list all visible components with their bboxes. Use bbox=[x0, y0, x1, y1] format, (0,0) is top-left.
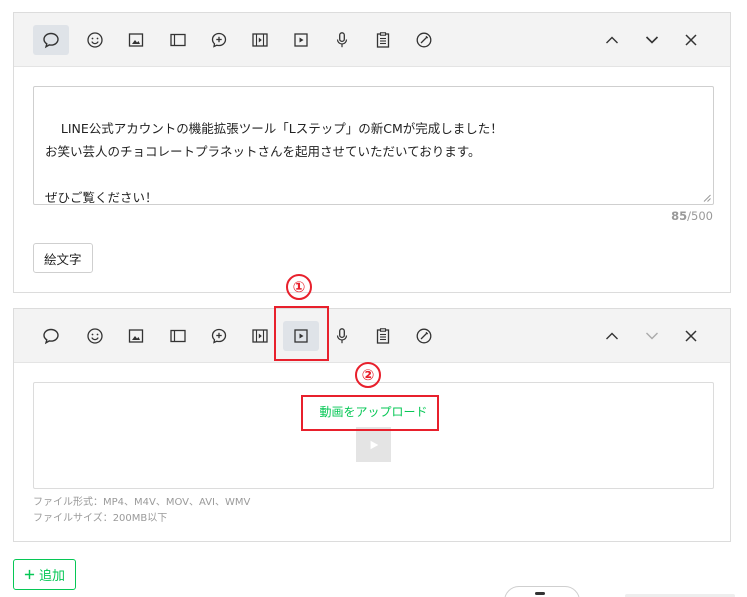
step-1-badge: ① bbox=[286, 274, 312, 300]
step-2-badge: ② bbox=[355, 362, 381, 388]
stamp-icon[interactable] bbox=[406, 25, 442, 55]
file-size-note: ファイルサイズ：200MB以下 bbox=[33, 513, 168, 524]
char-limit: /500 bbox=[687, 209, 713, 223]
move-up-icon[interactable] bbox=[597, 321, 627, 351]
image-icon[interactable] bbox=[118, 321, 154, 351]
card-icon[interactable] bbox=[160, 25, 196, 55]
video-placeholder-icon bbox=[356, 427, 391, 462]
resize-grip-icon[interactable] bbox=[703, 194, 711, 202]
message-text: LINE公式アカウントの機能拡張ツール「Lステップ」の新CMが完成しました！ お… bbox=[45, 121, 503, 205]
image-icon[interactable] bbox=[118, 25, 154, 55]
smiley-icon[interactable] bbox=[77, 321, 113, 351]
film-icon[interactable] bbox=[242, 321, 278, 351]
clipboard-icon[interactable] bbox=[365, 321, 401, 351]
film-icon[interactable] bbox=[242, 25, 278, 55]
step-2-highlight bbox=[301, 395, 439, 431]
add-button-label: 追加 bbox=[39, 569, 66, 584]
smiley-icon[interactable] bbox=[77, 25, 113, 55]
message-type-toolbar bbox=[14, 13, 730, 67]
close-icon[interactable] bbox=[676, 25, 706, 55]
chat-plus-icon[interactable] bbox=[201, 25, 237, 55]
add-message-button[interactable]: 追加 bbox=[13, 559, 77, 590]
stamp-icon[interactable] bbox=[406, 321, 442, 351]
char-count: 85 bbox=[671, 209, 688, 223]
speech-bubble-icon[interactable] bbox=[33, 25, 69, 55]
microphone-icon[interactable] bbox=[324, 321, 360, 351]
clipboard-icon[interactable] bbox=[365, 25, 401, 55]
file-format-note: ファイル形式：MP4、M4V、MOV、AVI、WMV bbox=[33, 497, 251, 508]
bottom-pill-icon bbox=[535, 592, 545, 595]
text-message-card: LINE公式アカウントの機能拡張ツール「Lステップ」の新CMが完成しました！ お… bbox=[13, 12, 731, 293]
close-icon[interactable] bbox=[676, 321, 706, 351]
video-play-icon[interactable] bbox=[283, 25, 319, 55]
message-type-toolbar bbox=[14, 309, 730, 363]
speech-bubble-icon[interactable] bbox=[33, 321, 69, 351]
plus-icon bbox=[24, 569, 35, 580]
message-textarea[interactable]: LINE公式アカウントの機能拡張ツール「Lステップ」の新CMが完成しました！ お… bbox=[33, 86, 714, 205]
microphone-icon[interactable] bbox=[324, 25, 360, 55]
move-up-icon[interactable] bbox=[597, 25, 627, 55]
move-down-icon bbox=[637, 321, 667, 351]
char-counter: 85/500 bbox=[671, 209, 713, 223]
chat-plus-icon[interactable] bbox=[201, 321, 237, 351]
move-down-icon[interactable] bbox=[637, 25, 667, 55]
card-icon[interactable] bbox=[160, 321, 196, 351]
step-1-highlight bbox=[274, 306, 329, 361]
emoji-button[interactable]: 絵文字 bbox=[33, 243, 93, 273]
